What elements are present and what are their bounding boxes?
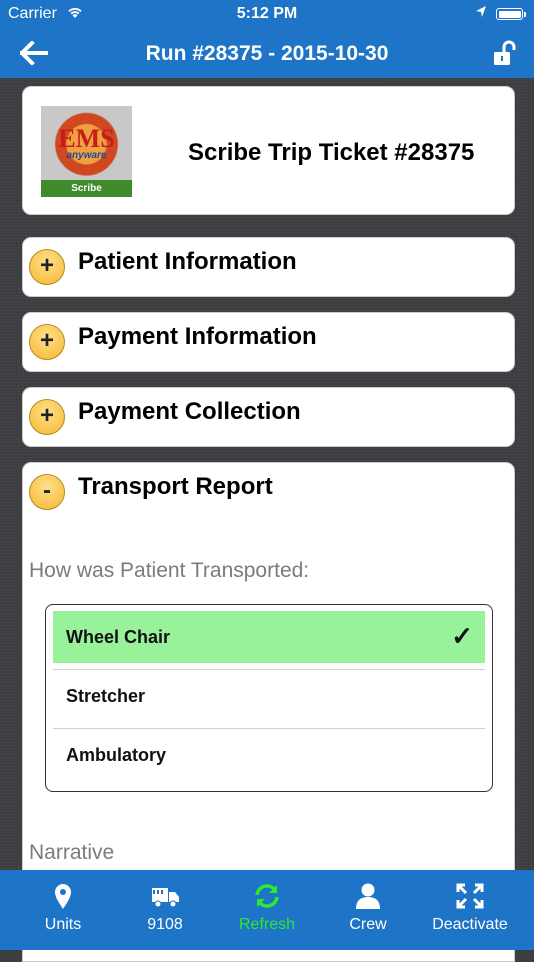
unlock-icon[interactable] [492,40,520,68]
option-label: Stretcher [66,686,146,706]
expand-toggle-button[interactable]: + [29,249,65,285]
option-ambulatory[interactable]: Ambulatory [53,728,485,780]
option-wheel-chair[interactable]: Wheel Chair ✓ [53,611,485,663]
section-label: Patient Information [78,248,297,275]
section-patient-information[interactable]: + Patient Information [22,237,515,297]
trip-ticket-header: EMS anyware Scribe Scribe Trip Ticket #2… [22,86,515,215]
tab-unit-9108[interactable]: 9108 [112,870,218,950]
section-label: Transport Report [78,473,273,500]
trip-ticket-title: Scribe Trip Ticket #28375 [188,139,475,166]
tab-deactivate[interactable]: Deactivate [417,870,523,950]
refresh-icon [252,882,282,910]
person-icon [353,882,383,910]
ems-anyware-logo: EMS anyware Scribe [41,106,132,197]
location-arrow-icon [475,5,487,24]
option-stretcher[interactable]: Stretcher [53,669,485,721]
expand-icon [455,882,485,910]
truck-icon [150,882,180,910]
tab-bar: Units 9108 Refresh Crew Deactivate [0,870,534,950]
option-label: Ambulatory [66,745,167,765]
expand-toggle-button[interactable]: + [29,399,65,435]
tab-label: Crew [349,916,387,933]
tab-label: 9108 [147,916,183,933]
tab-crew[interactable]: Crew [315,870,421,950]
transport-question-label: How was Patient Transported: [29,559,310,582]
option-label: Wheel Chair [66,627,171,647]
section-label: Payment Information [78,323,317,350]
nav-bar: Run #28375 - 2015-10-30 [0,28,534,78]
expand-toggle-button[interactable]: + [29,324,65,360]
battery-icon [496,8,526,20]
narrative-label: Narrative [29,841,115,864]
status-bar: Carrier 5:12 PM [0,0,534,28]
collapse-toggle-button[interactable]: - [29,474,65,510]
map-pin-icon [48,882,78,910]
section-payment-information[interactable]: + Payment Information [22,312,515,372]
section-label: Payment Collection [78,398,301,425]
tab-refresh[interactable]: Refresh [214,870,320,950]
page-title: Run #28375 - 2015-10-30 [145,42,389,65]
tab-units[interactable]: Units [10,870,116,950]
tab-label: Deactivate [432,916,508,933]
section-payment-collection[interactable]: + Payment Collection [22,387,515,447]
checkmark-icon: ✓ [451,621,473,651]
clock: 5:12 PM [236,5,298,22]
transport-options-list: Wheel Chair ✓ Stretcher Ambulatory [45,604,493,792]
tab-label: Units [44,916,82,933]
tab-label: Refresh [238,916,296,933]
